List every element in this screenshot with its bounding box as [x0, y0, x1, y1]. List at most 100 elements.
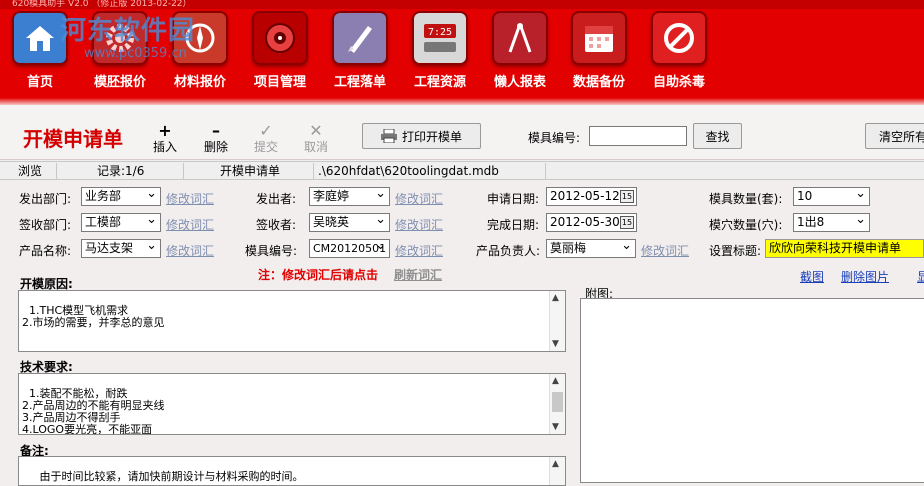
more-link[interactable]: 显: [917, 268, 924, 285]
chart-icon: [492, 11, 548, 65]
set-title-label: 设置标题:: [709, 244, 762, 258]
scroll-up-icon[interactable]: ▲: [552, 458, 559, 470]
dept-out-select[interactable]: 业务部: [81, 187, 161, 206]
dept-out-label: 发出部门:: [19, 192, 72, 206]
status-bar: 浏览 记录:1/6 开模申请单 .\620hfdat\620toolingdat…: [0, 161, 924, 180]
toolbar-project-management[interactable]: 项目管理: [244, 11, 316, 90]
watermark-url: www.pc0359.cn: [84, 46, 187, 61]
apply-date-label: 申请日期:: [487, 192, 540, 206]
sender-label: 发出者:: [256, 192, 297, 206]
calendar-icon[interactable]: 15: [620, 216, 634, 229]
print-label: 打印开模单: [401, 129, 462, 144]
delete-image-link[interactable]: 删除图片: [841, 268, 889, 285]
remark-textarea[interactable]: 由于时间比较紧，请加快前期设计与材料采购的时间。 ▲: [18, 456, 566, 486]
toolbar-label: 自助杀毒: [652, 75, 705, 90]
minus-icon: –: [212, 121, 220, 140]
insert-button[interactable]: + 插入: [148, 121, 182, 155]
cancel-button[interactable]: ✕ 取消: [299, 121, 333, 155]
search-button[interactable]: 查找: [693, 123, 742, 149]
toolbar-label: 首页: [26, 75, 53, 90]
apply-date-input[interactable]: 2012-05-12 15: [546, 187, 637, 206]
owner-select[interactable]: 莫丽梅: [546, 239, 636, 258]
mold-code-select[interactable]: CM20120501: [309, 239, 390, 258]
receiver-label: 签收者:: [256, 218, 297, 232]
scroll-up-icon[interactable]: ▲: [552, 375, 559, 387]
plus-icon: +: [158, 121, 172, 140]
toolbar-engineering-resources[interactable]: 7:25 工程资源: [404, 11, 476, 90]
delete-button[interactable]: – 删除: [199, 121, 233, 155]
set-title-input[interactable]: 欣欣向荣科技开模申请单: [765, 239, 924, 258]
screenshot-link[interactable]: 截图: [800, 268, 824, 285]
watermark-logo: 河东软件园: [60, 16, 196, 46]
status-record: 记录:1/6: [57, 163, 184, 179]
toolbar-label: 工程资源: [413, 75, 466, 90]
toolbar-antivirus[interactable]: 自助杀毒: [643, 11, 715, 90]
clear-all-button[interactable]: 清空所有: [865, 123, 924, 149]
form-title: 开模申请单: [23, 127, 123, 151]
scroll-thumb[interactable]: [552, 392, 563, 412]
search-mold-no-label: 模具编号:: [528, 131, 581, 145]
tech-scrollbar[interactable]: ▲ ▼: [549, 374, 565, 434]
mold-code-label: 模具编号:: [245, 244, 298, 258]
search-mold-no-input[interactable]: [589, 126, 687, 146]
submit-label: 提交: [253, 140, 278, 154]
calendar-icon[interactable]: 15: [620, 190, 634, 203]
receiver-select[interactable]: 吴晓英: [309, 213, 390, 232]
calendar-icon: [571, 11, 627, 65]
dept-in-label: 签收部门:: [19, 218, 72, 232]
product-select[interactable]: 马达支架: [81, 239, 161, 258]
window-title: 620模具助手 V2.0 （修正版 2013-02-22）: [0, 0, 924, 9]
mold-qty-select[interactable]: 10: [793, 187, 870, 206]
reason-textarea[interactable]: 1.THC模型飞机需求 2.市场的需要，并李总的意见 ▲ ▼: [18, 290, 566, 352]
divider-band: [0, 93, 924, 105]
dept-in-edit-link[interactable]: 修改词汇: [166, 216, 214, 233]
tech-text: 1.装配不能松，耐跌 2.产品周边的不能有明显夹线 3.产品周边不得刮手 4.L…: [22, 387, 165, 435]
scroll-down-icon[interactable]: ▼: [552, 421, 559, 433]
check-icon: ✓: [259, 121, 273, 140]
attachment-image-area[interactable]: [580, 298, 924, 483]
disc-icon: [252, 11, 308, 65]
toolbar-label: 工程落单: [333, 75, 386, 90]
tech-textarea[interactable]: 1.装配不能松，耐跌 2.产品周边的不能有明显夹线 3.产品周边不得刮手 4.L…: [18, 373, 566, 435]
print-button[interactable]: 打印开模单: [362, 123, 481, 149]
dept-in-select[interactable]: 工模部: [81, 213, 161, 232]
remark-scrollbar[interactable]: ▲: [549, 457, 565, 485]
printer-icon: [380, 129, 397, 143]
cavity-label: 模穴数量(穴):: [709, 218, 783, 232]
dept-out-edit-link[interactable]: 修改词汇: [166, 190, 214, 207]
product-label: 产品名称:: [19, 244, 72, 258]
product-edit-link[interactable]: 修改词汇: [166, 242, 214, 259]
close-icon: ✕: [309, 121, 323, 140]
receiver-edit-link[interactable]: 修改词汇: [395, 216, 443, 233]
sender-edit-link[interactable]: 修改词汇: [395, 190, 443, 207]
mold-code-edit-link[interactable]: 修改词汇: [395, 242, 443, 259]
toolbar-data-backup[interactable]: 数据备份: [563, 11, 635, 90]
toolbar-label: 懒人报表: [493, 75, 546, 90]
toolbar-lazy-reports[interactable]: 懒人报表: [484, 11, 556, 90]
scroll-down-icon[interactable]: ▼: [552, 338, 559, 350]
svg-text:7:25: 7:25: [428, 27, 452, 38]
cavity-select[interactable]: 1出8: [793, 213, 870, 232]
apply-date-value: 2012-05-12: [550, 189, 620, 203]
finish-date-input[interactable]: 2012-05-30 15: [546, 213, 637, 232]
mold-qty-label: 模具数量(套):: [709, 192, 783, 206]
delete-label: 删除: [203, 140, 228, 154]
toolbar-label: 项目管理: [253, 75, 306, 90]
status-view: 浏览: [0, 163, 57, 179]
reason-scrollbar[interactable]: ▲ ▼: [549, 291, 565, 351]
toolbar-engineering-order[interactable]: 工程落单: [324, 11, 396, 90]
finish-date-value: 2012-05-30: [550, 215, 620, 229]
submit-button[interactable]: ✓ 提交: [249, 121, 283, 155]
clock-device-icon: 7:25: [412, 11, 468, 65]
scroll-up-icon[interactable]: ▲: [552, 292, 559, 304]
status-form-name: 开模申请单: [184, 163, 314, 179]
pen-icon: [332, 11, 388, 65]
reason-text: 1.THC模型飞机需求 2.市场的需要，并李总的意见: [22, 304, 165, 329]
edit-hint: 注：修改词汇后请点击: [258, 268, 379, 282]
cancel-label: 取消: [303, 140, 328, 154]
refresh-vocab-link[interactable]: 刷新词汇: [394, 266, 442, 283]
owner-label: 产品负责人:: [476, 244, 541, 258]
sender-select[interactable]: 李庭婷: [309, 187, 390, 206]
owner-edit-link[interactable]: 修改词汇: [641, 242, 689, 259]
status-db-path: .\620hfdat\620toolingdat.mdb: [314, 163, 546, 179]
